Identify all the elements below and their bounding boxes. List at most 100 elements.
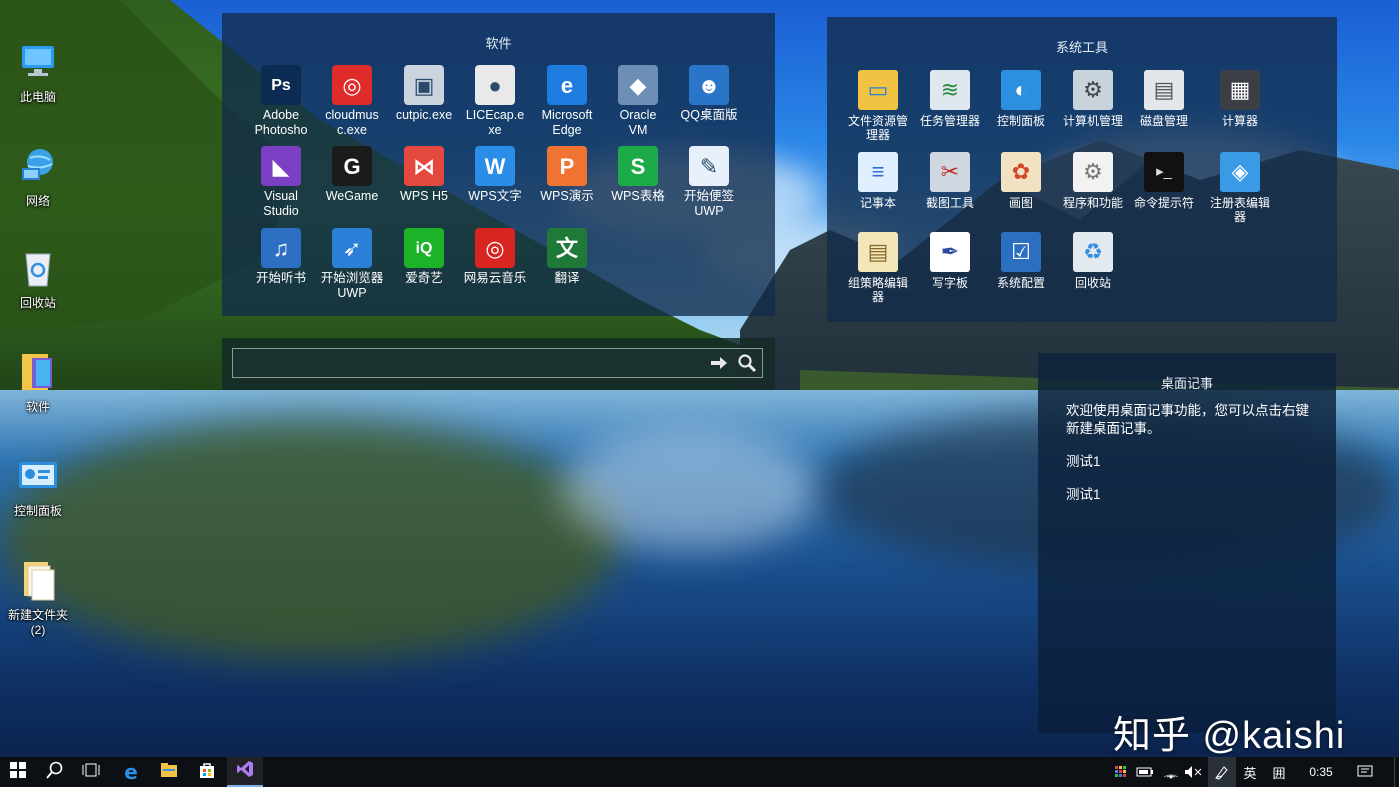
taskbar-visual-studio-button[interactable] bbox=[227, 757, 263, 787]
computer-management-icon: ⚙ bbox=[1073, 70, 1113, 110]
tool-item[interactable]: ☑ 系统配置 bbox=[984, 232, 1058, 290]
rocket-browser-icon: ➶ bbox=[332, 228, 372, 268]
app-item[interactable]: ◎ 网易云音乐 bbox=[459, 228, 531, 286]
app-label: 网易云音乐 bbox=[463, 271, 527, 285]
wifi-icon[interactable] bbox=[1160, 757, 1182, 787]
app-item[interactable]: 文翻译 bbox=[531, 228, 603, 286]
tool-label: 计算器 bbox=[1221, 114, 1258, 128]
app-item[interactable]: ◣ Visual Studio bbox=[245, 146, 317, 219]
app-item[interactable]: S WPS表格 bbox=[602, 146, 674, 204]
tool-item[interactable]: ⚙ 程序和功能 bbox=[1056, 152, 1130, 210]
tool-label: 画图 bbox=[1008, 196, 1033, 210]
taskbar-file-explorer-button[interactable] bbox=[151, 757, 187, 787]
app-item[interactable]: ♫ 开始听书 bbox=[245, 228, 317, 286]
file-explorer-icon bbox=[160, 762, 178, 783]
tool-item[interactable]: ▭ 文件资源管 理器 bbox=[841, 70, 915, 142]
audiobook-icon: ♫ bbox=[261, 228, 301, 268]
ime-language-indicator[interactable]: 英 bbox=[1238, 757, 1262, 787]
note-text[interactable]: 欢迎使用桌面记事功能，您可以点击右键新建桌面记事。 bbox=[1066, 402, 1316, 438]
desktop-icon-new-folder[interactable]: 新建文件夹 (2) bbox=[1, 530, 75, 651]
app-item[interactable]: ▣ cutpic.exe bbox=[388, 65, 460, 123]
tool-item[interactable]: ▦ 计算器 bbox=[1203, 70, 1277, 128]
app-label: WPS H5 bbox=[400, 189, 448, 203]
tool-label: 磁盘管理 bbox=[1139, 114, 1188, 128]
action-center-icon[interactable] bbox=[1352, 757, 1378, 787]
ime-mode-indicator[interactable]: 囲 bbox=[1267, 757, 1291, 787]
app-item[interactable]: G WeGame bbox=[316, 146, 388, 204]
desktop-icon-control-panel[interactable]: 控制面板 bbox=[1, 426, 75, 533]
app-item[interactable]: ◆ Oracle VM bbox=[602, 65, 674, 138]
app-item[interactable]: e Microsoft Edge bbox=[531, 65, 603, 138]
control-panel-icon: ◐ bbox=[1001, 70, 1041, 110]
volume-muted-icon[interactable] bbox=[1182, 757, 1204, 787]
tool-item[interactable]: ⚙ 计算机管理 bbox=[1056, 70, 1130, 128]
taskbar-store-button[interactable] bbox=[189, 757, 225, 787]
desktop-icon-recycle-bin[interactable]: 回收站 bbox=[1, 218, 75, 325]
tool-item[interactable]: ▸_ 命令提示符 bbox=[1127, 152, 1201, 210]
app-item[interactable]: ⋈ WPS H5 bbox=[388, 146, 460, 204]
tool-label: 回收站 bbox=[1074, 276, 1111, 290]
show-desktop-button[interactable] bbox=[1394, 757, 1399, 787]
task-view-button[interactable] bbox=[73, 757, 109, 787]
desktop-icon-this-pc[interactable]: 此电脑 bbox=[1, 12, 75, 119]
desktop-icon-label: 新建文件夹 (2) bbox=[7, 608, 68, 637]
visual-studio-icon: ◣ bbox=[261, 146, 301, 186]
tool-label: 命令提示符 bbox=[1133, 196, 1194, 210]
app-item[interactable]: ● LICEcap.e xe bbox=[459, 65, 531, 138]
cmd-icon: ▸_ bbox=[1144, 152, 1184, 192]
app-label: Microsoft Edge bbox=[541, 108, 593, 137]
tool-item[interactable]: ≋ 任务管理器 bbox=[913, 70, 987, 128]
battery-icon[interactable] bbox=[1134, 757, 1156, 787]
app-label: LICEcap.e xe bbox=[465, 108, 525, 137]
clock[interactable]: 0:35 bbox=[1300, 757, 1342, 787]
desktop-icon-label: 回收站 bbox=[19, 296, 56, 310]
taskbar-edge-button[interactable]: e bbox=[113, 757, 149, 787]
tool-label: 控制面板 bbox=[996, 114, 1045, 128]
cloud-music-icon: ◎ bbox=[475, 228, 515, 268]
tool-item[interactable]: ✿ 画图 bbox=[984, 152, 1058, 210]
tool-item[interactable]: ◐ 控制面板 bbox=[984, 70, 1058, 128]
tool-item[interactable]: ♻ 回收站 bbox=[1056, 232, 1130, 290]
search-input[interactable] bbox=[237, 353, 701, 375]
tool-item[interactable]: ▤ 组策略编辑 器 bbox=[841, 232, 915, 304]
tool-item[interactable]: ◈ 注册表编辑 器 bbox=[1203, 152, 1277, 224]
task-manager-icon: ≋ bbox=[930, 70, 970, 110]
tool-item[interactable]: ▤ 磁盘管理 bbox=[1127, 70, 1201, 128]
desktop-icon-software-folder[interactable]: 软件 bbox=[1, 322, 75, 429]
app-item[interactable]: iQ 爱奇艺 bbox=[388, 228, 460, 286]
windows-start-icon bbox=[10, 761, 26, 783]
tool-item[interactable]: ✒ 写字板 bbox=[913, 232, 987, 290]
pen-workspace-icon[interactable] bbox=[1208, 757, 1236, 787]
translate-icon: 文 bbox=[547, 228, 587, 268]
app-item[interactable]: P WPS演示 bbox=[531, 146, 603, 204]
app-label: cutpic.exe bbox=[395, 108, 453, 122]
app-item[interactable]: W WPS文字 bbox=[459, 146, 531, 204]
app-item[interactable]: ◎ cloudmus c.exe bbox=[316, 65, 388, 138]
taskbar-search-button[interactable] bbox=[37, 757, 73, 787]
netease-music-icon: ◎ bbox=[332, 65, 372, 105]
folder-icon bbox=[16, 544, 60, 601]
edge-icon: e bbox=[547, 65, 587, 105]
tool-item[interactable]: ≡ 记事本 bbox=[841, 152, 915, 210]
start-button[interactable] bbox=[0, 757, 36, 787]
desktop-icon-label: 软件 bbox=[25, 400, 50, 414]
app-item[interactable]: ☻ QQ桌面版 bbox=[673, 65, 745, 123]
app-item[interactable]: Ps Adobe Photosho bbox=[245, 65, 317, 138]
app-item[interactable]: ✎ 开始便签 UWP bbox=[673, 146, 745, 219]
note-text[interactable]: 测试1 bbox=[1066, 453, 1316, 471]
search-icon[interactable] bbox=[737, 353, 757, 378]
desktop-notes-panel[interactable]: 桌面记事 欢迎使用桌面记事功能，您可以点击右键新建桌面记事。 测试1 测试1 bbox=[1038, 353, 1336, 733]
desktop-icon-network[interactable]: 网络 bbox=[1, 116, 75, 223]
arrow-right-icon[interactable] bbox=[709, 354, 729, 377]
tool-item[interactable]: ✂ 截图工具 bbox=[913, 152, 987, 210]
desktop-icon-label: 网络 bbox=[25, 194, 50, 208]
wps-presentation-icon: P bbox=[547, 146, 587, 186]
app-label: WeGame bbox=[325, 189, 379, 203]
notes-title: 桌面记事 bbox=[1160, 376, 1213, 391]
tray-app-icon[interactable] bbox=[1109, 757, 1133, 787]
tool-label: 组策略编辑 器 bbox=[847, 276, 908, 304]
tool-label: 注册表编辑 器 bbox=[1209, 196, 1270, 224]
app-item[interactable]: ➶ 开始浏览器 UWP bbox=[316, 228, 388, 301]
system-tools-panel: 系统工具 ▭ 文件资源管 理器 ≋ 任务管理器 ◐ 控制面板 ⚙ 计算机管理 ▤ 磁盘管理 ▦ 计算器… bbox=[827, 17, 1337, 322]
note-text[interactable]: 测试1 bbox=[1066, 486, 1316, 504]
